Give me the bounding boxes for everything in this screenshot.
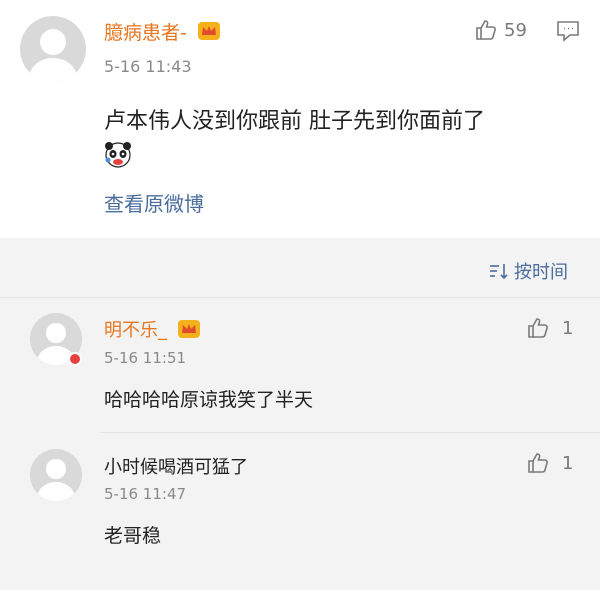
username[interactable]: 臆病患者- [104,18,221,47]
main-comment: 臆病患者- 5-16 11:43 59 卢本伟人没到你跟前 肚子先到你面前了 查… [0,0,600,238]
reply-content: 老哥稳 [104,525,162,547]
verified-badge-icon [68,352,82,366]
like-button[interactable]: 59 [474,18,527,42]
username[interactable]: 小时候喝酒可猛了 [104,453,248,479]
username[interactable]: 明不乐_ [104,316,201,345]
like-button[interactable]: 1 [526,316,573,340]
replies-section: 按时间 明不乐_ 1 5-16 11:51 哈哈哈哈原谅我笑了半天 小时候喝酒可… [0,238,600,590]
thumbs-up-icon [476,20,496,40]
reply-content: 哈哈哈哈原谅我笑了半天 [104,389,314,411]
like-count: 1 [562,317,574,339]
sort-label: 按时间 [514,262,568,283]
divider [0,297,600,298]
reply-time: 5-16 11:51 [104,349,187,367]
avatar[interactable] [20,16,86,82]
comment-content: 卢本伟人没到你跟前 肚子先到你面前了 [104,109,485,134]
sort-button[interactable]: 按时间 [488,258,568,284]
divider [100,432,600,433]
reply-time: 5-16 11:47 [104,485,187,503]
view-original-link[interactable]: 查看原微博 [104,188,204,217]
like-count: 1 [562,452,574,474]
thumbs-up-icon [528,318,548,338]
thumbs-up-icon [528,453,548,473]
comment-time: 5-16 11:43 [104,57,192,76]
avatar[interactable] [30,449,82,501]
sort-icon [490,264,508,280]
vip-crown-icon [177,318,201,345]
vip-crown-icon [197,20,221,47]
panda-emoji-icon [104,141,132,173]
like-count: 59 [504,19,527,41]
like-button[interactable]: 1 [526,451,573,475]
comment-icon[interactable] [556,20,580,46]
